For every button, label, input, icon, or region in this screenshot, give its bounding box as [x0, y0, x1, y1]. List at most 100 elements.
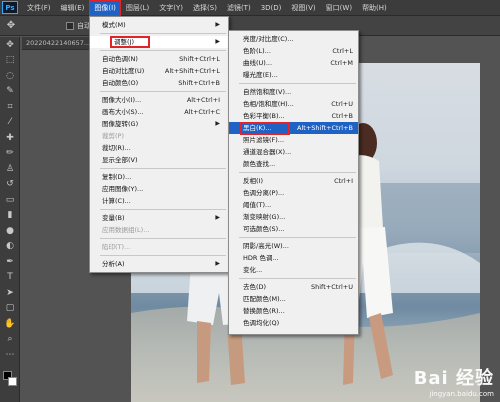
- menu-divider: [239, 83, 356, 84]
- menu-help[interactable]: 帮助(H): [357, 0, 392, 16]
- menu-item-gradient-map[interactable]: 渐变映射(G)...: [229, 211, 358, 223]
- menu-item-color-lookup[interactable]: 颜色查找...: [229, 158, 358, 170]
- image-menu-dropdown: 模式(M) ▶ 调整(J) ▶ 自动色调(N) Shift+Ctrl+L 自动对比度(…: [89, 16, 229, 273]
- menu-item-mode[interactable]: 模式(M) ▶: [90, 19, 228, 31]
- submenu-arrow-icon: ▶: [215, 120, 220, 127]
- photoshop-logo: Ps: [2, 1, 18, 14]
- clone-stamp-icon[interactable]: ♙: [0, 161, 20, 177]
- menu-item-image-rotation[interactable]: 图像旋转(G) ▶: [90, 118, 228, 130]
- menu-item-auto-tone[interactable]: 自动色调(N) Shift+Ctrl+L: [90, 53, 228, 65]
- menu-divider: [100, 238, 226, 239]
- menu-window[interactable]: 窗口(W): [321, 0, 357, 16]
- menu-item-reveal-all[interactable]: 显示全部(V): [90, 154, 228, 166]
- menu-filter[interactable]: 滤镜(T): [222, 0, 256, 16]
- menu-item-threshold[interactable]: 阈值(T)...: [229, 199, 358, 211]
- marquee-tool-icon[interactable]: ⬚: [0, 53, 20, 69]
- menu-item-brightness-contrast[interactable]: 亮度/对比度(C)...: [229, 33, 358, 45]
- type-tool-icon[interactable]: T: [0, 270, 20, 286]
- menu-divider: [239, 172, 356, 173]
- menu-divider: [100, 168, 226, 169]
- crop-tool-icon[interactable]: ⌗: [0, 99, 20, 115]
- menu-item-crop: 裁剪(P): [102, 132, 124, 140]
- move-tool-icon[interactable]: ✥: [4, 19, 18, 33]
- menu-type[interactable]: 文字(Y): [154, 0, 188, 16]
- move-tool-icon[interactable]: ✥: [0, 37, 20, 53]
- background-color-swatch[interactable]: [8, 377, 17, 386]
- menu-item-equalize[interactable]: 色调均化(Q): [229, 317, 358, 329]
- tools-panel: ✥ ⬚ ◌ ✎ ⌗ ⁄ ✚ ✏ ♙ ↺ ▭ ▮ ● ◐ ✒ T ➤ ▢ ✋ ⌕ …: [0, 37, 20, 402]
- submenu-arrow-icon: ▶: [215, 21, 220, 28]
- menu-item-canvas-size[interactable]: 画布大小(S)... Alt+Ctrl+C: [90, 106, 228, 118]
- menu-item-levels[interactable]: 色阶(L)... Ctrl+L: [229, 45, 358, 57]
- menu-item-calculations[interactable]: 计算(C)...: [90, 195, 228, 207]
- menu-layer[interactable]: 图层(L): [121, 0, 154, 16]
- gradient-tool-icon[interactable]: ▮: [0, 208, 20, 224]
- pen-tool-icon[interactable]: ✒: [0, 254, 20, 270]
- menu-item-analysis[interactable]: 分析(A) ▶: [90, 258, 228, 270]
- menu-item-hue-saturation[interactable]: 色相/饱和度(H)... Ctrl+U: [229, 98, 358, 110]
- menu-item-posterize[interactable]: 色调分离(P)...: [229, 187, 358, 199]
- menu-item-desaturate[interactable]: 去色(D) Shift+Ctrl+U: [229, 281, 358, 293]
- eraser-tool-icon[interactable]: ▭: [0, 192, 20, 208]
- menu-item-replace-color[interactable]: 替换颜色(R)...: [229, 305, 358, 317]
- adjustments-submenu: 亮度/对比度(C)... 色阶(L)... Ctrl+L 曲线(U)... Ctrl…: [228, 30, 359, 335]
- menu-item-color-balance[interactable]: 色彩平衡(B)... Ctrl+B: [229, 110, 358, 122]
- menu-item-trim[interactable]: 裁切(R)...: [90, 142, 228, 154]
- menu-item-invert[interactable]: 反相(I) Ctrl+I: [229, 175, 358, 187]
- healing-brush-icon[interactable]: ✚: [0, 130, 20, 146]
- menu-view[interactable]: 视图(V): [286, 0, 320, 16]
- watermark-url: jingyan.baidu.com: [429, 390, 494, 398]
- menu-item-duplicate[interactable]: 复制(D)...: [90, 171, 228, 183]
- menu-select[interactable]: 选择(S): [188, 0, 222, 16]
- menu-item-shadows-highlights[interactable]: 阴影/高光(W)...: [229, 240, 358, 252]
- more-tools-icon[interactable]: ⋯: [0, 347, 20, 363]
- menu-item-selective-color[interactable]: 可选颜色(S)...: [229, 223, 358, 235]
- quick-select-tool-icon[interactable]: ✎: [0, 84, 20, 100]
- menu-item-match-color[interactable]: 匹配颜色(M)...: [229, 293, 358, 305]
- hand-tool-icon[interactable]: ✋: [0, 316, 20, 332]
- menu-item-hdr-toning[interactable]: HDR 色调...: [229, 252, 358, 264]
- menu-divider: [100, 209, 226, 210]
- menu-item-channel-mixer[interactable]: 通道混合器(X)...: [229, 146, 358, 158]
- menu-item-exposure[interactable]: 曝光度(E)...: [229, 69, 358, 81]
- baidu-watermark: Bai 经验 jingyan.baidu.com: [414, 364, 494, 398]
- menu-divider: [239, 278, 356, 279]
- menu-image[interactable]: 图像(I): [89, 0, 121, 16]
- blur-tool-icon[interactable]: ●: [0, 223, 20, 239]
- adjustments-label: 调整(J): [110, 36, 150, 48]
- menu-item-variables[interactable]: 变量(B) ▶: [90, 212, 228, 224]
- menu-3d[interactable]: 3D(D): [256, 0, 287, 16]
- submenu-arrow-icon: ▶: [215, 38, 220, 45]
- menu-item-adjustments[interactable]: 调整(J) ▶: [90, 36, 228, 48]
- dodge-tool-icon[interactable]: ◐: [0, 239, 20, 255]
- menu-item-auto-color[interactable]: 自动颜色(O) Shift+Ctrl+B: [90, 77, 228, 89]
- menu-divider: [100, 50, 226, 51]
- brush-tool-icon[interactable]: ✏: [0, 146, 20, 162]
- eyedropper-tool-icon[interactable]: ⁄: [0, 115, 20, 131]
- menu-file[interactable]: 文件(F): [22, 0, 56, 16]
- menu-divider: [239, 237, 356, 238]
- menu-item-auto-contrast[interactable]: 自动对比度(U) Alt+Shift+Ctrl+L: [90, 65, 228, 77]
- history-brush-icon[interactable]: ↺: [0, 177, 20, 193]
- lasso-tool-icon[interactable]: ◌: [0, 68, 20, 84]
- watermark-brand: Bai 经验: [413, 368, 494, 389]
- menu-item-apply-image[interactable]: 应用图像(Y)...: [90, 183, 228, 195]
- menu-divider: [100, 33, 226, 34]
- menu-edit[interactable]: 编辑(E): [56, 0, 90, 16]
- shape-tool-icon[interactable]: ▢: [0, 301, 20, 317]
- menu-divider: [100, 91, 226, 92]
- menu-item-vibrance[interactable]: 自然饱和度(V)...: [229, 86, 358, 98]
- zoom-tool-icon[interactable]: ⌕: [0, 332, 20, 348]
- menu-item-apply-data-set: 应用数据组(L)...: [102, 226, 150, 234]
- path-select-icon[interactable]: ➤: [0, 285, 20, 301]
- submenu-arrow-icon: ▶: [215, 214, 220, 221]
- menu-item-curves[interactable]: 曲线(U)... Ctrl+M: [229, 57, 358, 69]
- menu-item-variations[interactable]: 变化...: [229, 264, 358, 276]
- menu-item-photo-filter[interactable]: 照片滤镜(F)...: [229, 134, 358, 146]
- submenu-arrow-icon: ▶: [215, 260, 220, 267]
- auto-select-checkbox[interactable]: [66, 21, 74, 30]
- menu-item-image-size[interactable]: 图像大小(I)... Alt+Ctrl+I: [90, 94, 228, 106]
- menu-item-black-white[interactable]: 黑白(K)... Alt+Shift+Ctrl+B: [229, 122, 358, 134]
- menu-divider: [100, 255, 226, 256]
- menu-item-trap: 陷印(T)...: [102, 243, 131, 251]
